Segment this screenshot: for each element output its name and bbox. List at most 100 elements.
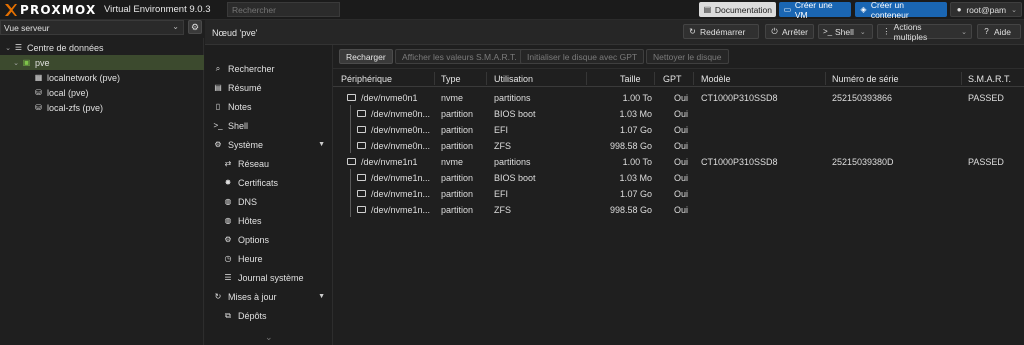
terminal-icon: >_ <box>213 121 223 130</box>
bulk-actions-button[interactable]: ⋮ Actions multiples ⌄ <box>877 22 972 42</box>
table-row[interactable]: /dev/nvme1n... partition ZFS 998.58 Go O… <box>333 202 1024 218</box>
column-header-gpt[interactable]: GPT <box>663 74 682 84</box>
nav-item-network[interactable]: ⇄ Réseau <box>205 154 333 173</box>
view-selector[interactable]: Vue serveur ⌄ <box>0 20 184 35</box>
column-header-size[interactable]: Taille <box>620 74 641 84</box>
column-divider[interactable] <box>654 72 655 85</box>
user-icon: ● <box>956 5 962 14</box>
size-cell: 1.07 Go <box>619 125 652 135</box>
reboot-label: Redémarrer <box>700 26 746 37</box>
nav-item-updates[interactable]: ↻ Mises à jour ▼ <box>205 287 333 306</box>
size-cell: 998.58 Go <box>609 205 652 215</box>
create-vm-button[interactable]: ▭ Créer une VM <box>779 0 851 20</box>
column-divider[interactable] <box>586 72 587 85</box>
table-row[interactable]: /dev/nvme0n... partition EFI 1.07 Go Oui <box>333 122 1024 138</box>
exchange-icon: ⇄ <box>224 159 232 168</box>
nav-item-label: Rechercher <box>228 63 275 74</box>
nav-item-system[interactable]: ⚙ Système ▼ <box>205 135 333 154</box>
table-row[interactable]: /dev/nvme1n1 nvme partitions 1.00 To Oui… <box>333 154 1024 170</box>
tree-item-label: local-zfs (pve) <box>47 102 104 113</box>
tree-settings-button[interactable]: ⚙ <box>188 20 202 34</box>
tree-item-datacenter[interactable]: ⌄ ☰ Centre de données <box>0 40 204 55</box>
table-row[interactable]: /dev/nvme1n... partition EFI 1.07 Go Oui <box>333 186 1024 202</box>
column-divider[interactable] <box>825 72 826 85</box>
nav-item-search[interactable]: ⌕ Rechercher <box>205 59 333 78</box>
nav-item-repositories[interactable]: ⧉ Dépôts <box>205 306 333 325</box>
type-cell: partition <box>441 125 474 135</box>
repository-icon: ⧉ <box>225 311 231 320</box>
tree-item-localnetwork[interactable]: ▦ localnetwork (pve) <box>0 70 204 85</box>
nav-item-syslog[interactable]: ☰ Journal système <box>205 268 333 287</box>
table-row[interactable]: /dev/nvme0n... partition ZFS 998.58 Go O… <box>333 138 1024 154</box>
help-button[interactable]: ? Aide <box>977 24 1021 39</box>
chevron-down-icon: ⌄ <box>859 28 866 36</box>
gear-icon: ⚙ <box>190 22 200 32</box>
partition-icon <box>357 190 366 198</box>
reboot-button[interactable]: ↻ Redémarrer <box>683 24 759 39</box>
column-divider[interactable] <box>961 72 962 85</box>
nav-item-summary[interactable]: ▤ Résumé <box>205 78 333 97</box>
list-icon: ☰ <box>224 273 232 282</box>
database-icon: ⛁ <box>35 88 42 97</box>
usage-cell: partitions <box>494 93 531 103</box>
nav-item-label: Certificats <box>238 177 279 188</box>
scroll-down-icon[interactable]: ⌄ <box>265 332 273 343</box>
table-row[interactable]: /dev/nvme0n... partition BIOS boot 1.03 … <box>333 106 1024 122</box>
column-header-usage[interactable]: Utilisation <box>494 74 533 84</box>
chevron-down-icon: ▼ <box>318 141 325 148</box>
usage-cell: partitions <box>494 157 531 167</box>
documentation-button[interactable]: ▤ Documentation <box>699 2 776 17</box>
collapse-icon[interactable]: ⌄ <box>12 59 20 67</box>
column-header-device[interactable]: Périphérique <box>341 74 392 84</box>
nav-item-notes[interactable]: ▯ Notes <box>205 97 333 116</box>
column-header-serial[interactable]: Numéro de série <box>832 74 899 84</box>
refresh-icon: ↻ <box>214 292 222 301</box>
device-cell: /dev/nvme0n... <box>357 125 430 135</box>
nav-item-time[interactable]: ◷ Heure <box>205 249 333 268</box>
table-row[interactable]: /dev/nvme0n1 nvme partitions 1.00 To Oui… <box>333 90 1024 106</box>
cube-icon: ◈ <box>860 5 867 14</box>
show-smart-button[interactable]: Afficher les valeurs S.M.A.R.T. <box>395 49 524 64</box>
nav-item-dns[interactable]: ◍ DNS <box>205 192 333 211</box>
nav-item-options[interactable]: ⚙ Options <box>205 230 333 249</box>
size-cell: 1.00 To <box>622 157 652 167</box>
shutdown-button[interactable]: ⏻ Arrêter <box>765 24 814 39</box>
disk-icon <box>347 158 356 166</box>
column-header-type[interactable]: Type <box>441 74 461 84</box>
nav-item-shell[interactable]: >_ Shell <box>205 116 333 135</box>
column-header-model[interactable]: Modèle <box>701 74 731 84</box>
size-cell: 1.07 Go <box>619 189 652 199</box>
usage-cell: ZFS <box>494 141 511 151</box>
table-row[interactable]: /dev/nvme1n... partition BIOS boot 1.03 … <box>333 170 1024 186</box>
tree-item-local[interactable]: ⛁ local (pve) <box>0 85 204 100</box>
column-divider[interactable] <box>434 72 435 85</box>
init-gpt-button[interactable]: Initialiser le disque avec GPT <box>520 49 645 64</box>
help-label: Aide <box>994 26 1012 37</box>
collapse-icon[interactable]: ⌄ <box>4 44 12 52</box>
wipe-disk-button[interactable]: Nettoyer le disque <box>646 49 729 64</box>
global-search-input[interactable] <box>227 2 340 17</box>
nav-item-certificates[interactable]: ✸ Certificats <box>205 173 333 192</box>
nav-item-label: Dépôts <box>238 310 267 321</box>
nav-item-hosts[interactable]: ◍ Hôtes <box>205 211 333 230</box>
create-container-button[interactable]: ◈ Créer un conteneur <box>855 0 947 20</box>
reload-button[interactable]: Recharger <box>339 49 393 64</box>
column-header-smart[interactable]: S.M.A.R.T. <box>968 74 1011 84</box>
gear-icon: ⚙ <box>224 235 232 244</box>
gpt-cell: Oui <box>674 93 689 103</box>
device-cell: /dev/nvme1n1 <box>347 157 418 167</box>
tree-item-node-pve[interactable]: ⌄ ▣ pve <box>0 55 204 70</box>
column-divider[interactable] <box>693 72 694 85</box>
gears-icon: ⚙ <box>214 140 222 149</box>
tree-item-local-zfs[interactable]: ⛁ local-zfs (pve) <box>0 100 204 115</box>
column-divider[interactable] <box>486 72 487 85</box>
device-name: /dev/nvme0n1 <box>361 93 418 103</box>
node-online-icon: ▣ <box>22 58 31 67</box>
restart-icon: ↻ <box>689 27 696 36</box>
nav-item-label: Réseau <box>238 158 270 169</box>
shell-button[interactable]: >_ Shell ⌄ <box>818 24 873 39</box>
terminal-icon: >_ <box>823 27 833 36</box>
user-menu-button[interactable]: ● root@pam ⌄ <box>950 2 1022 17</box>
view-selector-value: Vue serveur <box>4 23 50 33</box>
disks-toolbar: Recharger Afficher les valeurs S.M.A.R.T… <box>333 45 1024 69</box>
